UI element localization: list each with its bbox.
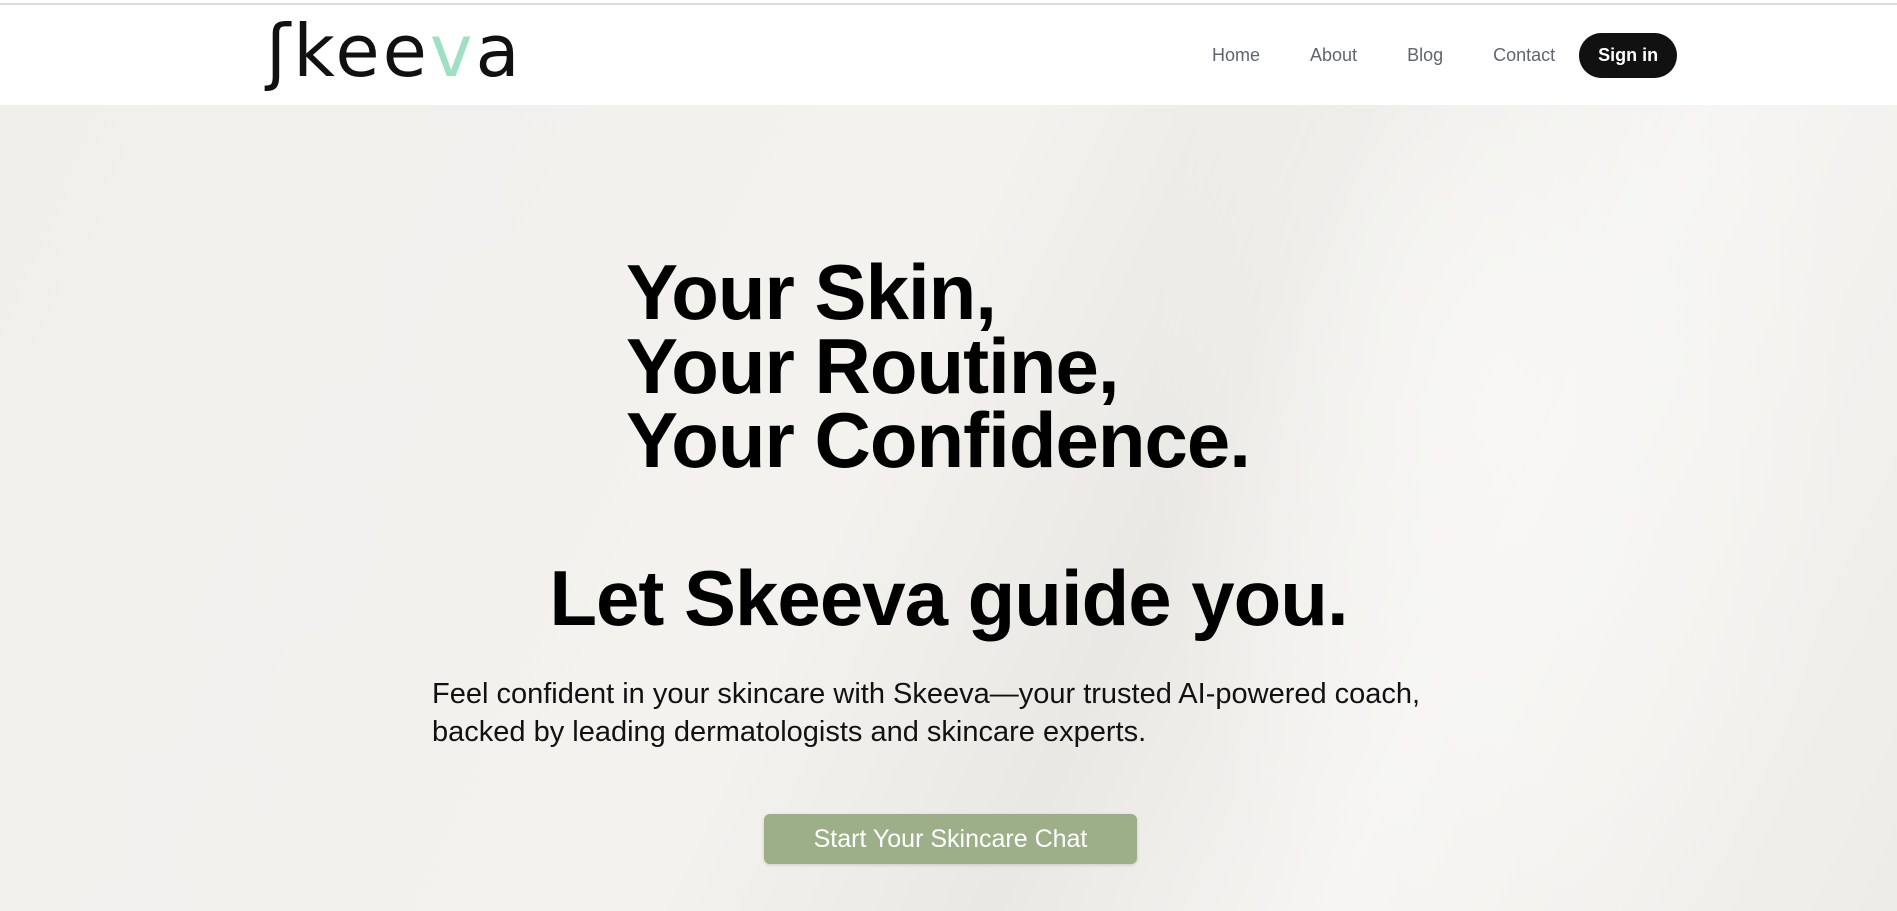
nav-blog[interactable]: Blog: [1407, 45, 1443, 66]
description-line: backed by leading dermatologists and ski…: [432, 716, 1147, 748]
site-header: ʃkeeva Home About Blog Contact Sign in: [0, 5, 1897, 105]
logo-text: ʃkee: [266, 9, 430, 93]
hero-description: Feel confident in your skincare with Ske…: [432, 675, 1420, 751]
nav-contact[interactable]: Contact: [1493, 45, 1555, 66]
headline-line: Your Skin,: [626, 248, 997, 336]
sign-in-button[interactable]: Sign in: [1579, 32, 1678, 78]
hero-headline: Your Skin, Your Routine, Your Confidence…: [626, 248, 1251, 484]
skeeva-logo[interactable]: ʃkeeva: [266, 9, 523, 93]
main-nav: Home About Blog Contact Sign in: [1212, 5, 1678, 105]
hero-section: Your Skin, Your Routine, Your Confidence…: [0, 105, 1897, 911]
logo-accent: v: [429, 9, 476, 93]
headline-line: Your Routine,: [626, 322, 1120, 410]
nav-about[interactable]: About: [1310, 45, 1357, 66]
hero-subheading: Let Skeeva guide you.: [549, 554, 1348, 642]
start-chat-button[interactable]: Start Your Skincare Chat: [764, 814, 1137, 864]
nav-home[interactable]: Home: [1212, 45, 1260, 66]
headline-line: Your Confidence.: [626, 396, 1251, 484]
description-line: Feel confident in your skincare with Ske…: [432, 678, 1421, 710]
logo-text-end: a: [475, 9, 523, 93]
